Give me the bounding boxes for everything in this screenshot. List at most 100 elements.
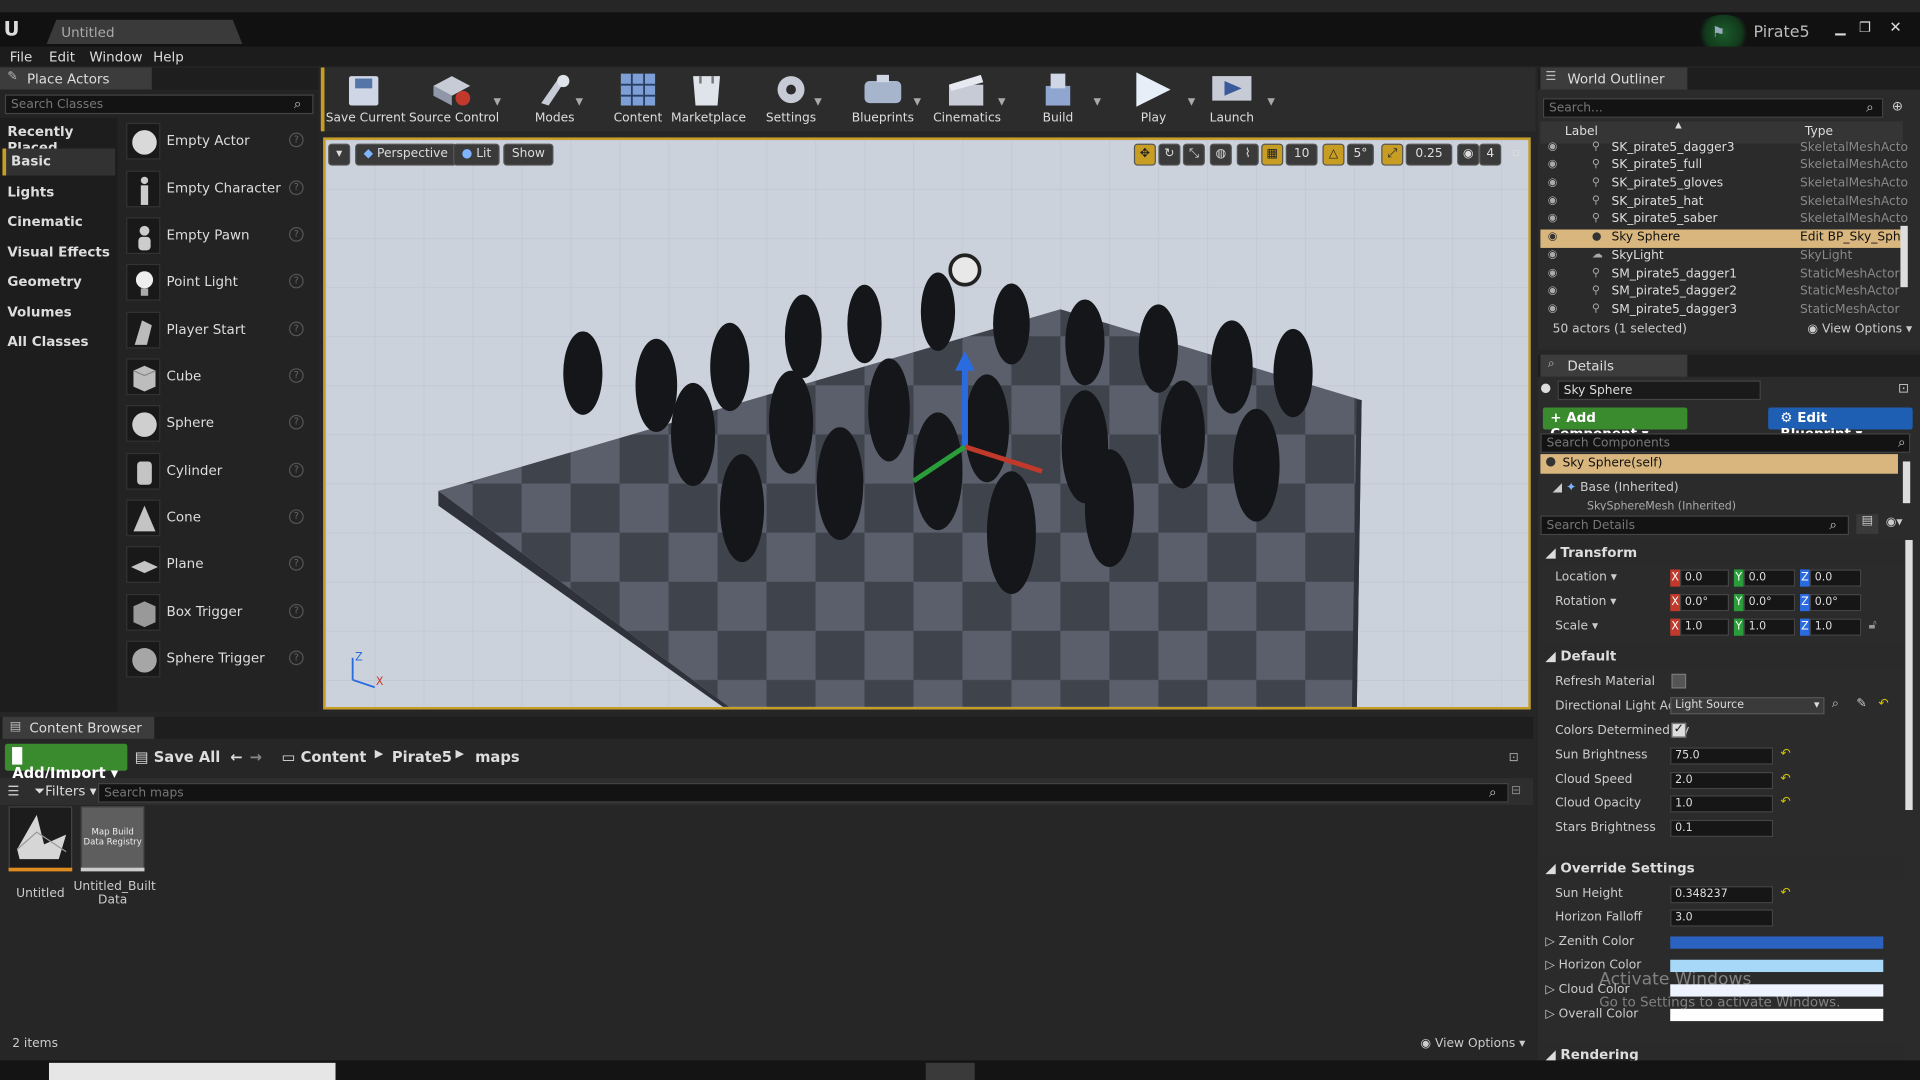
components-scrollbar[interactable]: [1902, 461, 1911, 504]
default-section[interactable]: ◢ Default: [1540, 644, 1903, 667]
category-all-classes[interactable]: All Classes: [2, 329, 115, 356]
rotation-x-input[interactable]: 0.0°: [1680, 594, 1729, 612]
reset-default-icon[interactable]: ↶: [1780, 886, 1790, 900]
close-button[interactable]: ✕: [1883, 18, 1907, 35]
help-icon[interactable]: ?: [288, 227, 304, 242]
blueprints-button[interactable]: Blueprints: [850, 69, 916, 128]
menu-edit[interactable]: Edit: [49, 49, 75, 65]
colors-determined-checkbox[interactable]: ✓: [1671, 722, 1687, 738]
add-component-button[interactable]: + Add Component ▾: [1542, 407, 1688, 442]
content-browser-tab[interactable]: Content Browser: [2, 716, 155, 739]
grid-snap-value[interactable]: 10: [1285, 143, 1318, 166]
lock-icon[interactable]: ⊡: [1898, 380, 1909, 396]
edit-blueprint-button[interactable]: ⚙ Edit Blueprint ▾: [1768, 407, 1913, 442]
outliner-row[interactable]: ◉ ⚲ SM_pirate5_dagger3 StaticMeshActor: [1540, 302, 1902, 317]
place-actors-tab[interactable]: Place Actors: [0, 67, 152, 90]
actor-box-trigger[interactable]: Box Trigger?: [122, 592, 311, 636]
path-maps[interactable]: maps: [475, 749, 520, 774]
eye-icon[interactable]: ◉: [1548, 195, 1558, 207]
actor-plane[interactable]: Plane?: [122, 544, 311, 588]
help-icon[interactable]: ?: [288, 180, 304, 196]
column-type[interactable]: Type: [1805, 125, 1833, 139]
search-components-input[interactable]: Search Components: [1540, 433, 1911, 453]
horizon-falloff-input[interactable]: 3.0: [1670, 909, 1774, 927]
build-button[interactable]: Build: [1033, 69, 1082, 128]
translate-icon[interactable]: ✥: [1133, 143, 1156, 166]
perspective-button[interactable]: ◆ Perspective: [355, 143, 457, 166]
lock-scale-icon[interactable]: 🔓︎: [1869, 619, 1877, 633]
help-icon[interactable]: ?: [288, 509, 304, 525]
rotation-y-input[interactable]: 0.0°: [1743, 594, 1796, 612]
outliner-search-input[interactable]: Search...: [1542, 98, 1884, 118]
details-scrollbar[interactable]: [1905, 540, 1913, 811]
filters-button[interactable]: ⏷Filters ▾: [34, 783, 96, 800]
outliner-row[interactable]: ◉ ⚲ SK_pirate5_saber SkeletalMeshActo: [1540, 211, 1908, 229]
actor-empty-actor[interactable]: Empty Actor?: [122, 120, 311, 164]
visibility-options-icon[interactable]: ◉▾: [1886, 515, 1903, 529]
rotation-label[interactable]: Rotation ▾: [1555, 595, 1616, 609]
minimize-button[interactable]: ▁: [1829, 20, 1851, 36]
actor-name-field[interactable]: Sky Sphere: [1557, 380, 1761, 401]
help-icon[interactable]: ?: [288, 603, 304, 619]
actor-cone[interactable]: Cone?: [122, 497, 311, 541]
eye-icon[interactable]: ◉: [1548, 141, 1558, 153]
scale-z-input[interactable]: 1.0: [1809, 618, 1862, 636]
category-basic[interactable]: Basic: [2, 148, 116, 176]
location-label[interactable]: Location ▾: [1555, 571, 1617, 585]
world-outliner-tab[interactable]: World Outliner: [1540, 67, 1688, 90]
rotate-icon[interactable]: ↻: [1158, 143, 1181, 166]
sources-panel-icon[interactable]: ☰: [7, 783, 19, 799]
marketplace-button[interactable]: Marketplace: [671, 69, 746, 128]
rotation-snap-value[interactable]: 5°: [1346, 143, 1374, 166]
actor-player-start[interactable]: Player Start?: [122, 309, 311, 353]
rotation-z-input[interactable]: 0.0°: [1809, 594, 1862, 612]
asset-built-data-thumb[interactable]: Map Build Data Registry: [80, 806, 145, 871]
location-x-input[interactable]: 0.0: [1680, 569, 1729, 587]
eye-icon[interactable]: ◉: [1548, 285, 1558, 297]
outliner-row-selected[interactable]: ◉ ● Sky Sphere Edit BP_Sky_Sph: [1540, 229, 1903, 248]
scale-snap-icon[interactable]: ⤢: [1381, 143, 1404, 166]
outliner-row[interactable]: ◉ ⚲ SM_pirate5_dagger2 StaticMeshActor: [1540, 284, 1902, 302]
component-mesh[interactable]: SkySphereMesh (Inherited): [1587, 501, 1736, 511]
add-actor-icon[interactable]: ⊕: [1892, 98, 1903, 114]
category-geometry[interactable]: Geometry: [2, 269, 115, 296]
outliner-row[interactable]: ◉ ⚲ SK_pirate5_hat SkeletalMeshActo: [1540, 194, 1908, 212]
play-button[interactable]: Play: [1127, 69, 1181, 128]
help-icon[interactable]: ?: [288, 462, 304, 478]
chevron-down-icon[interactable]: ▼: [1188, 96, 1198, 107]
actor-empty-pawn[interactable]: Empty Pawn?: [122, 215, 311, 259]
menu-help[interactable]: Help: [153, 49, 184, 65]
location-z-input[interactable]: 0.0: [1809, 569, 1862, 587]
component-base[interactable]: ◢ ✦ Base (Inherited): [1553, 481, 1679, 495]
scale-label[interactable]: Scale ▾: [1555, 620, 1598, 634]
save-current-button[interactable]: Save Current: [326, 69, 406, 128]
actor-empty-character[interactable]: Empty Character?: [122, 168, 311, 212]
component-self[interactable]: Sky Sphere(self): [1540, 454, 1898, 474]
asset-untitled[interactable]: [8, 806, 73, 871]
camera-speed-value[interactable]: 4: [1479, 143, 1502, 166]
outliner-row[interactable]: ◉ ⚲ SK_pirate5_gloves SkeletalMeshActo: [1540, 176, 1908, 194]
reset-default-icon[interactable]: ↶: [1878, 697, 1888, 711]
menu-window[interactable]: Window: [89, 49, 142, 65]
help-icon[interactable]: ?: [288, 555, 304, 571]
category-lights[interactable]: Lights: [2, 179, 115, 206]
menu-file[interactable]: File: [10, 49, 33, 65]
actor-sphere[interactable]: Sphere?: [122, 403, 311, 447]
category-volumes[interactable]: Volumes: [2, 299, 115, 326]
category-cinematic[interactable]: Cinematic: [2, 209, 115, 236]
lock-icon[interactable]: ⊡: [1509, 751, 1519, 765]
location-y-input[interactable]: 0.0: [1743, 569, 1796, 587]
lit-button[interactable]: ● Lit: [453, 143, 500, 166]
overall-color-swatch[interactable]: [1670, 1008, 1884, 1022]
help-icon[interactable]: ?: [288, 273, 304, 289]
level-tab[interactable]: Untitled: [46, 19, 243, 45]
path-content[interactable]: ▭ Content: [282, 749, 367, 774]
viewport-options-button[interactable]: ▾: [328, 143, 351, 166]
chevron-down-icon[interactable]: ▼: [913, 96, 923, 107]
chevron-down-icon[interactable]: ▼: [1267, 96, 1277, 107]
content-button[interactable]: Content: [612, 69, 663, 128]
help-icon[interactable]: ?: [288, 132, 304, 148]
outliner-row[interactable]: ◉ ☁ SkyLight SkyLight: [1540, 248, 1902, 266]
eye-icon[interactable]: ◉: [1548, 268, 1558, 280]
directional-light-dropdown[interactable]: Light Source ▾: [1670, 697, 1825, 715]
